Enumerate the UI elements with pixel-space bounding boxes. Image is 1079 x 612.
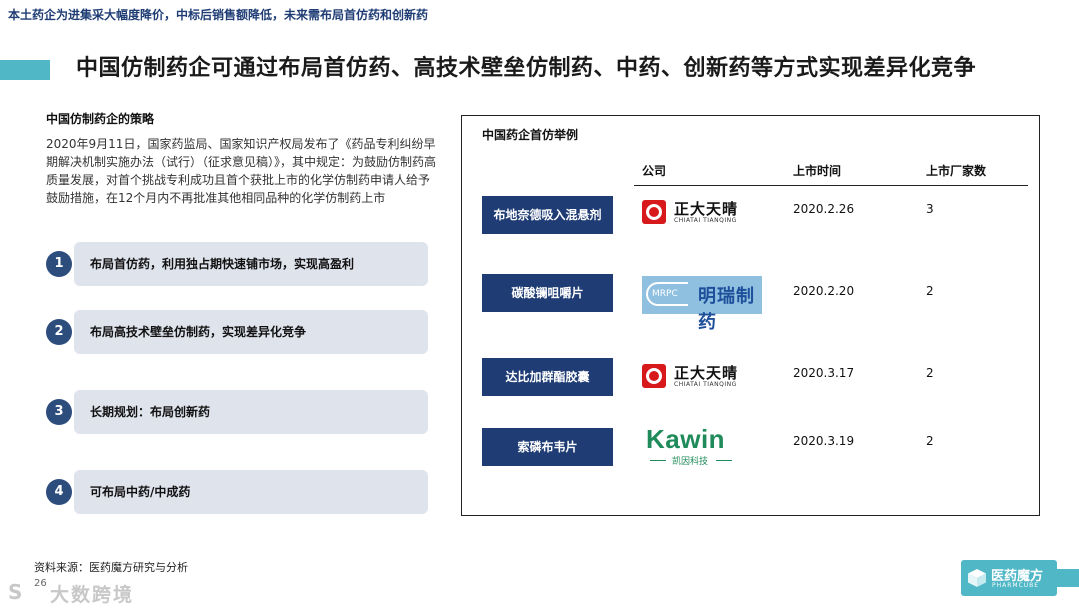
logo-en-text: CHIATAI TIANQING (674, 217, 737, 224)
launch-date-3: 2020.3.17 (793, 366, 855, 380)
strategy-number-1: 1 (46, 251, 72, 277)
strategy-item-text: 长期规划：布局创新药 (90, 405, 211, 419)
header-divider (634, 185, 1028, 186)
drug-label-4: 索磷布韦片 (482, 428, 613, 466)
strategy-item-1: 布局首仿药，利用独占期快速铺市场，实现高盈利 (74, 242, 428, 286)
strategy-number-2: 2 (46, 319, 72, 345)
strategy-item-text: 布局高技术壁垒仿制药，实现差异化竞争 (90, 325, 307, 339)
page-number: 26 (34, 578, 47, 589)
watermark-text: 大数跨境 (50, 584, 135, 606)
strategy-item-3: 长期规划：布局创新药 (74, 390, 428, 434)
launch-date-1: 2020.2.26 (793, 202, 855, 216)
logo-en-text: MRPC (652, 289, 678, 299)
top-note: 本土药企为进集采大幅度降价，中标后销售额降低，未来需布局首仿药和创新药 (8, 8, 429, 22)
watermark-s-icon: S (8, 580, 23, 604)
source-note: 资料来源：医药魔方研究与分析 (34, 561, 188, 574)
cube-icon (968, 569, 986, 587)
logo-cn-text: 凯因科技 (672, 457, 709, 467)
strategy-item-text: 可布局中药/中成药 (90, 485, 191, 499)
brand-sub: PHARMCUBE (992, 582, 1040, 589)
brand-logo: 医药魔方 PHARMCUBE (961, 560, 1057, 596)
maker-count-4: 2 (926, 434, 934, 448)
first-generic-panel: 中国药企首仿举例 公司 上市时间 上市厂家数 布地奈德吸入混悬剂 正大天晴 CH… (461, 115, 1040, 516)
logo-cn-text: 正大天晴 (674, 364, 739, 382)
drug-label-2: 碳酸镧咀嚼片 (482, 274, 613, 312)
logo-cn-text: 明瑞制药 (698, 286, 755, 333)
accent-bar-left (0, 60, 50, 80)
header-maker-count: 上市厂家数 (926, 164, 987, 178)
launch-date-2: 2020.2.20 (793, 284, 855, 298)
kawin-logo: Kawin 凯因科技 (642, 424, 762, 468)
maker-count-3: 2 (926, 366, 934, 380)
mrpc-logo: MRPC 明瑞制药 (642, 276, 762, 333)
chiatai-emblem-icon (642, 364, 666, 388)
chiatai-emblem-icon (642, 200, 666, 224)
strategy-item-4: 可布局中药/中成药 (74, 470, 428, 514)
strategy-title: 中国仿制药企的策略 (46, 112, 155, 126)
strategy-number-4: 4 (46, 479, 72, 505)
strategy-item-text: 布局首仿药，利用独占期快速铺市场，实现高盈利 (90, 257, 355, 271)
header-launch-date: 上市时间 (793, 164, 842, 178)
header-company: 公司 (642, 164, 667, 178)
launch-date-4: 2020.3.19 (793, 434, 855, 448)
chiatai-tianqing-logo: 正大天晴 CHIATAI TIANQING (642, 196, 762, 230)
logo-divider (650, 460, 666, 461)
strategy-body: 2020年9月11日，国家药监局、国家知识产权局发布了《药品专利纠纷早期解决机制… (46, 137, 437, 205)
chiatai-tianqing-logo: 正大天晴 CHIATAI TIANQING (642, 360, 762, 394)
maker-count-1: 3 (926, 202, 934, 216)
logo-cn-text: 正大天晴 (674, 200, 739, 218)
logo-divider (716, 460, 732, 461)
strategy-item-2: 布局高技术壁垒仿制药，实现差异化竞争 (74, 310, 428, 354)
panel-title: 中国药企首仿举例 (482, 128, 579, 142)
maker-count-2: 2 (926, 284, 934, 298)
logo-en-text: CHIATAI TIANQING (674, 381, 737, 388)
logo-en-text: Kawin (646, 424, 726, 454)
drug-label-3: 达比加群酯胶囊 (482, 358, 613, 396)
drug-label-1: 布地奈德吸入混悬剂 (482, 196, 613, 234)
main-title: 中国仿制药企可通过布局首仿药、高技术壁垒仿制药、中药、创新药等方式实现差异化竞争 (76, 56, 977, 81)
strategy-number-3: 3 (46, 399, 72, 425)
